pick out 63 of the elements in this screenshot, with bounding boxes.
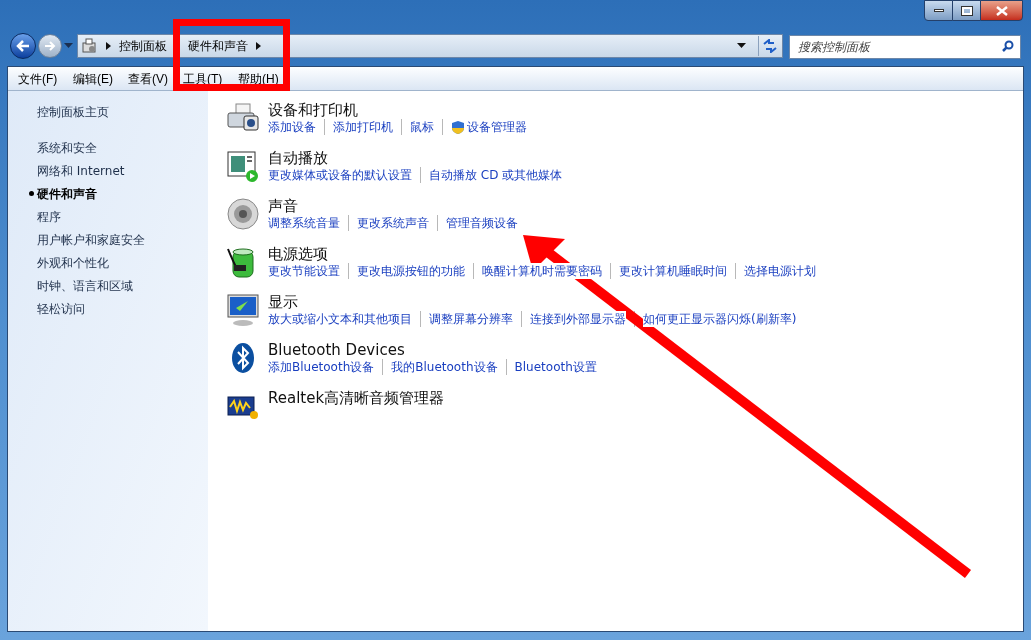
sidebar-item[interactable]: 程序 (37, 207, 61, 226)
task-link[interactable]: 调整屏幕分辨率 (429, 311, 513, 327)
task-link[interactable]: 选择电源计划 (744, 263, 816, 279)
menu-item[interactable]: 编辑(E) (73, 69, 128, 88)
monitor-icon (226, 293, 260, 327)
maximize-button[interactable] (953, 0, 980, 21)
chevron-icon[interactable] (106, 42, 111, 50)
task-link[interactable]: 自动播放 CD 或其他媒体 (429, 167, 563, 183)
task-link[interactable]: 设备管理器 (467, 119, 527, 135)
minimize-button[interactable] (924, 0, 953, 21)
task-link[interactable]: 调整系统音量 (268, 215, 340, 231)
category-title[interactable]: 声音 (268, 197, 518, 215)
control-panel-icon (82, 38, 98, 54)
task-link[interactable]: 更改系统声音 (357, 215, 429, 231)
dropdown-icon[interactable] (737, 43, 746, 49)
search-field[interactable]: 搜索控制面板 (789, 35, 1021, 59)
media-window-icon (226, 149, 260, 183)
sidebar-item[interactable]: 用户帐户和家庭安全 (37, 230, 145, 249)
close-icon (995, 5, 1008, 16)
address-bar[interactable]: 控制面板 硬件和声音 (77, 34, 783, 58)
task-link[interactable]: 更改媒体或设备的默认设置 (268, 167, 412, 183)
sidebar-item[interactable]: 硬件和声音 (37, 184, 97, 203)
category-title[interactable]: 自动播放 (268, 149, 563, 167)
category-title[interactable]: 电源选项 (268, 245, 816, 263)
sidebar-item[interactable]: 系统和安全 (37, 138, 97, 157)
menu-item[interactable]: 文件(F) (18, 69, 73, 88)
sidebar-item[interactable]: 网络和 Internet (37, 161, 125, 180)
sidebar-home-link[interactable]: 控制面板主页 (29, 103, 208, 126)
task-link[interactable]: 如何更正显示器闪烁(刷新率) (643, 311, 797, 327)
chevron-icon[interactable] (256, 42, 261, 50)
task-link[interactable]: 鼠标 (410, 119, 434, 135)
back-arrow-icon (16, 40, 30, 52)
menu-item[interactable]: 查看(V) (128, 69, 183, 88)
category-title[interactable]: 显示 (268, 293, 797, 311)
task-link[interactable]: 管理音频设备 (446, 215, 518, 231)
close-button[interactable] (980, 0, 1023, 21)
task-link[interactable]: 更改节能设置 (268, 263, 340, 279)
task-link[interactable]: 我的Bluetooth设备 (391, 359, 498, 375)
category-title[interactable]: Realtek高清晰音频管理器 (268, 389, 445, 407)
forward-arrow-icon (44, 41, 56, 51)
category-title[interactable]: Bluetooth Devices (268, 341, 597, 359)
task-link[interactable]: 更改电源按钮的功能 (357, 263, 465, 279)
breadcrumb[interactable]: 硬件和声音 (188, 37, 248, 55)
task-link[interactable]: 添加Bluetooth设备 (268, 359, 375, 375)
shield-icon (451, 119, 465, 135)
sidebar-item[interactable]: 时钟、语言和区域 (37, 276, 133, 295)
sidebar-item[interactable]: 轻松访问 (37, 299, 85, 318)
sidebar-item[interactable]: 外观和个性化 (37, 253, 109, 272)
task-link[interactable]: 唤醒计算机时需要密码 (482, 263, 602, 279)
task-link[interactable]: 更改计算机睡眠时间 (619, 263, 727, 279)
task-link[interactable]: Bluetooth设置 (514, 359, 597, 375)
refresh-arrows-icon (761, 39, 778, 53)
task-link[interactable]: 连接到外部显示器 (530, 311, 626, 327)
history-dropdown-icon[interactable] (64, 43, 73, 49)
back-button[interactable] (10, 33, 36, 59)
category-title[interactable]: 设备和打印机 (268, 101, 527, 119)
speaker-icon (226, 197, 260, 231)
forward-button[interactable] (38, 34, 62, 58)
search-icon[interactable] (1002, 40, 1014, 52)
task-link[interactable]: 放大或缩小文本和其他项目 (268, 311, 412, 327)
breadcrumb[interactable]: 控制面板 (119, 37, 167, 55)
task-link[interactable]: 添加打印机 (333, 119, 393, 135)
task-link[interactable]: 添加设备 (268, 119, 316, 135)
